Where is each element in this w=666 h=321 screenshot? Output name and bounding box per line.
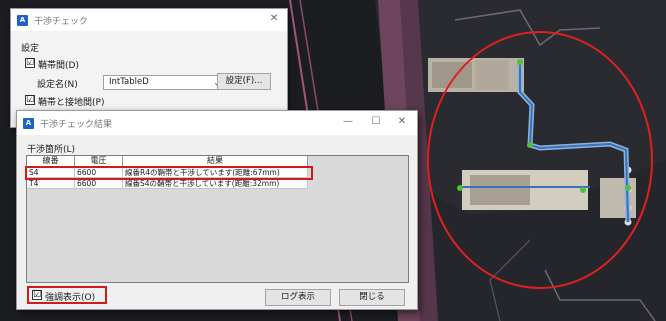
sleeve-checkbox-label: 鞘帯間(D) <box>38 61 79 71</box>
interference-list[interactable]: 線番 電圧 結果 S4 6600 線番R4の鞘帯と干渉しています(距離:67mm… <box>25 155 409 283</box>
dialog-title: 干渉チェック結果 <box>40 119 113 130</box>
interference-node <box>517 59 523 65</box>
interference-node <box>580 187 586 193</box>
dialog-titlebar[interactable]: A 干渉チェック結果 <box>17 111 417 135</box>
interference-node <box>527 142 533 148</box>
dialog-titlebar[interactable]: A 干渉チェック <box>11 9 287 31</box>
minimize-button[interactable]: — <box>341 116 355 127</box>
close-icon[interactable]: ✕ <box>395 116 409 127</box>
dialog-title: 干渉チェック <box>34 16 89 27</box>
close-icon[interactable]: ✕ <box>267 13 281 24</box>
selected-row-highlight <box>25 166 313 180</box>
interference-list-label: 干渉箇所(L) <box>27 145 76 155</box>
upper-clamp <box>475 60 509 90</box>
sleeve-ground-checkbox[interactable]: ☑ <box>25 95 35 105</box>
table-row[interactable]: T4 6600 線番S4の鞘帯と干渉しています(距離:32mm) <box>27 179 308 189</box>
settings-section-label: 設定 <box>21 44 40 54</box>
close-button[interactable]: 閉じる <box>339 289 405 306</box>
settings-button[interactable]: 設定(F)... <box>217 73 271 90</box>
maximize-button[interactable]: ☐ <box>369 116 383 127</box>
cell-voltage: 6600 <box>75 179 123 189</box>
sleeve-ground-checkbox-label: 鞘帯と接地間(P) <box>38 98 105 108</box>
setting-name-label: 設定名(N) <box>37 80 78 90</box>
upper-bracket-shade <box>432 62 472 88</box>
app-icon: A <box>17 14 28 26</box>
cell-result: 線番S4の鞘帯と干渉しています(距離:32mm) <box>123 179 308 189</box>
setting-name-select[interactable]: IntTableD ⌄ <box>103 75 225 90</box>
app-icon: A <box>23 117 34 129</box>
interference-node <box>457 185 463 191</box>
interference-result-dialog: A 干渉チェック結果 — ☐ ✕ 干渉箇所(L) 線番 電圧 結果 S4 660… <box>16 110 418 310</box>
lower-clamp <box>600 178 636 218</box>
highlight-checkbox-callout <box>27 286 107 304</box>
log-button[interactable]: ログ表示 <box>265 289 331 306</box>
lower-bracket-shade <box>470 175 530 205</box>
sleeve-checkbox[interactable]: ☑ <box>25 58 35 68</box>
interference-node <box>625 185 631 191</box>
setting-name-value: IntTableD <box>109 77 149 87</box>
cell-wire: T4 <box>27 179 75 189</box>
